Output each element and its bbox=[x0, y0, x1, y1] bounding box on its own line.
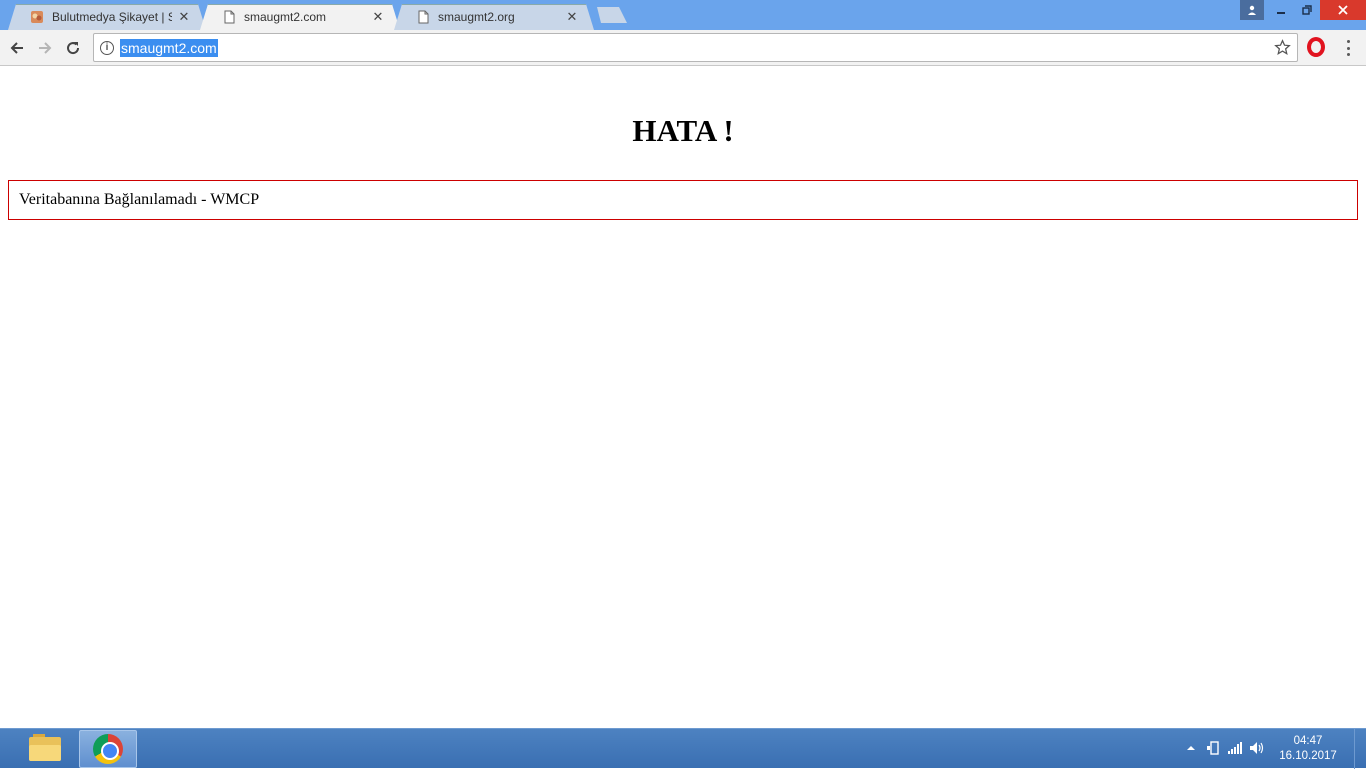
user-profile-icon[interactable] bbox=[1240, 0, 1264, 20]
page-icon bbox=[418, 10, 429, 24]
page-icon bbox=[224, 10, 235, 24]
close-window-icon[interactable] bbox=[1320, 0, 1366, 20]
volume-icon[interactable] bbox=[1246, 741, 1268, 758]
back-button[interactable] bbox=[5, 36, 29, 60]
clock[interactable]: 04:47 16.10.2017 bbox=[1268, 734, 1348, 764]
close-tab-icon[interactable]: ✕ bbox=[370, 9, 386, 25]
tab-title: Bulutmedya Şikayet | Say bbox=[52, 10, 172, 24]
tab-title: smaugmt2.org bbox=[438, 10, 515, 24]
reload-icon bbox=[67, 42, 80, 55]
taskbar: 04:47 16.10.2017 bbox=[0, 728, 1366, 769]
new-tab-button[interactable] bbox=[593, 7, 627, 23]
show-hidden-icons-icon[interactable] bbox=[1180, 742, 1202, 756]
restore-icon[interactable] bbox=[1294, 0, 1320, 20]
system-tray: 04:47 16.10.2017 bbox=[1180, 729, 1366, 769]
page-viewport: HATA ! Veritabanına Bağlanılamadı - WMCP bbox=[0, 67, 1366, 728]
page-title: HATA ! bbox=[632, 113, 734, 148]
arrow-left-icon bbox=[10, 42, 23, 54]
chrome-icon bbox=[93, 734, 123, 764]
show-desktop-button[interactable] bbox=[1354, 729, 1366, 769]
close-tab-icon[interactable]: ✕ bbox=[176, 9, 192, 25]
taskbar-chrome[interactable] bbox=[79, 730, 137, 768]
tab-bulutmedya[interactable]: Bulutmedya Şikayet | Say ✕ bbox=[8, 4, 206, 30]
window-controls bbox=[1240, 0, 1366, 20]
folder-icon bbox=[29, 734, 61, 761]
network-signal-icon[interactable] bbox=[1224, 741, 1246, 758]
bookmark-star-icon[interactable] bbox=[1274, 39, 1291, 56]
forward-button[interactable] bbox=[33, 36, 57, 60]
opera-extension-icon[interactable] bbox=[1307, 37, 1325, 57]
close-tab-icon[interactable]: ✕ bbox=[564, 9, 580, 25]
arrow-right-icon bbox=[39, 42, 52, 54]
taskbar-file-explorer[interactable] bbox=[16, 730, 74, 768]
tab-smaugmt2-com[interactable]: smaugmt2.com ✕ bbox=[200, 4, 400, 30]
browser-menu-icon[interactable] bbox=[1340, 38, 1356, 58]
address-bar[interactable]: i smaugmt2.com bbox=[93, 33, 1298, 62]
tab-smaugmt2-org[interactable]: smaugmt2.org ✕ bbox=[394, 4, 594, 30]
browser-toolbar: i smaugmt2.com bbox=[0, 30, 1366, 66]
info-icon[interactable]: i bbox=[100, 40, 114, 55]
power-plug-icon[interactable] bbox=[1202, 740, 1224, 759]
clock-time: 04:47 bbox=[1293, 735, 1323, 747]
bulutmedya-favicon bbox=[31, 11, 43, 23]
tab-title: smaugmt2.com bbox=[244, 10, 327, 24]
clock-date: 16.10.2017 bbox=[1279, 750, 1337, 762]
reload-button[interactable] bbox=[61, 36, 85, 60]
minimize-icon[interactable] bbox=[1268, 0, 1294, 20]
url-text[interactable]: smaugmt2.com bbox=[120, 38, 218, 57]
error-message-box: Veritabanına Bağlanılamadı - WMCP bbox=[8, 180, 1358, 220]
error-message: Veritabanına Bağlanılamadı - WMCP bbox=[19, 191, 260, 208]
tab-strip: Bulutmedya Şikayet | Say ✕ smaugmt2.com … bbox=[0, 0, 1366, 30]
